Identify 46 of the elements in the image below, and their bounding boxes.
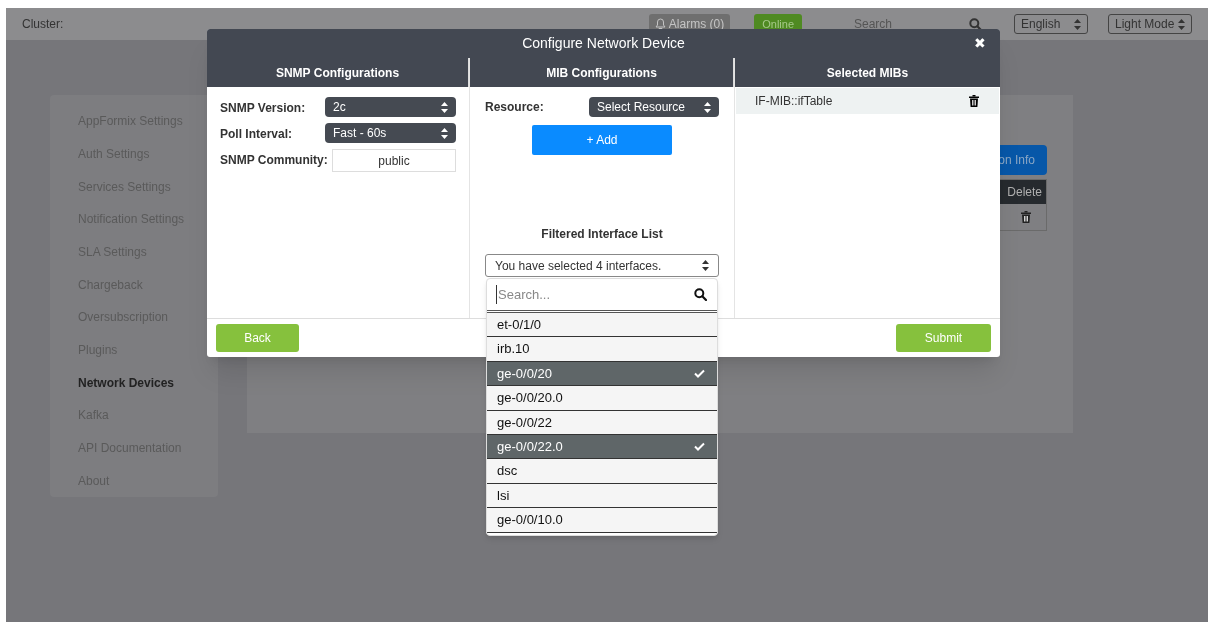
select-field[interactable]: 2c (325, 97, 456, 117)
interface-option[interactable]: lsi (487, 483, 717, 509)
modal-title: Configure Network Device (522, 34, 685, 53)
interface-option[interactable]: ge-0/0/22 (487, 410, 717, 435)
column-header: MIB Configurations (470, 58, 734, 87)
column-header: Selected MIBs (735, 58, 1000, 87)
mib-name: IF-MIB::ifTable (755, 93, 833, 110)
check-icon (694, 442, 705, 452)
select-arrows-icon (1074, 18, 1081, 30)
field-label: Resource: (485, 99, 544, 116)
select-arrows-icon (702, 260, 709, 271)
back-button[interactable]: Back (216, 324, 299, 352)
cluster-label: Cluster: (22, 16, 64, 33)
select-arrows-icon (441, 101, 448, 113)
close-button[interactable]: ✖ (974, 35, 986, 51)
check-icon (694, 368, 705, 378)
delete-icon[interactable] (969, 95, 979, 107)
section-title: Filtered Interface List (541, 226, 663, 243)
interface-option[interactable]: ge-0/0/20.0 (487, 386, 717, 411)
search-icon (694, 288, 707, 301)
select-arrows-icon (1178, 18, 1185, 30)
interface-option[interactable]: ge-0/0/22.0 (487, 434, 717, 460)
search-icon (969, 17, 982, 31)
submit-button[interactable]: Submit (896, 324, 991, 352)
bell-icon (654, 18, 666, 30)
sidebar-item[interactable]: Network Devices (50, 366, 218, 400)
interface-option[interactable]: irb.10 (487, 337, 717, 362)
add-button[interactable]: + Add (532, 125, 672, 155)
select-field[interactable]: Fast - 60s (325, 123, 456, 143)
interface-option[interactable]: dsc (487, 459, 717, 484)
resource-select[interactable]: Select Resource (589, 97, 719, 117)
column-header: SNMP Configurations (207, 58, 469, 87)
language-select[interactable]: English (1014, 14, 1088, 34)
text-field[interactable]: public (332, 149, 456, 172)
interface-option[interactable]: ge-0/0/10.0 (487, 508, 717, 533)
interface-option[interactable]: et-0/1/0 (487, 313, 717, 338)
search-field[interactable]: Search (848, 13, 988, 35)
theme-select[interactable]: Light Mode (1108, 14, 1192, 34)
interface-option[interactable]: ge-0/0/20 (487, 361, 717, 387)
delete-icon[interactable] (1021, 211, 1031, 223)
select-arrows-icon (704, 101, 711, 113)
interface-select[interactable]: You have selected 4 interfaces. (485, 254, 719, 277)
field-label: SNMP Version: (220, 100, 306, 117)
select-arrows-icon (441, 127, 448, 139)
field-label: SNMP Community: (220, 152, 328, 169)
field-label: Poll Interval: (220, 126, 293, 143)
